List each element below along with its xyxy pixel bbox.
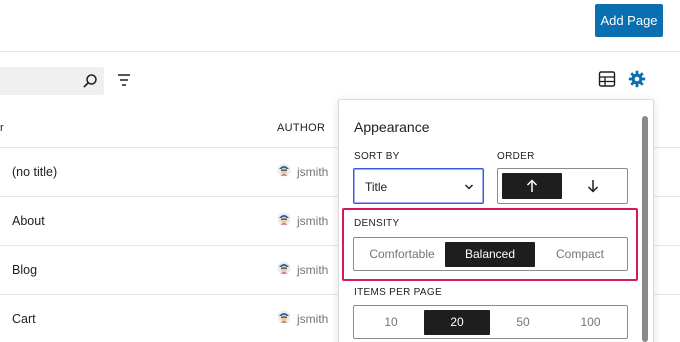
filter-icon[interactable] bbox=[115, 71, 133, 89]
appearance-popover: Appearance SORT BY Title ORDER DENSITY C… bbox=[338, 99, 654, 342]
density-compact[interactable]: Compact bbox=[535, 242, 625, 267]
items-per-page-10[interactable]: 10 bbox=[358, 310, 424, 335]
order-toggle-group bbox=[497, 168, 628, 204]
add-page-button[interactable]: Add Page bbox=[595, 4, 663, 37]
row-author[interactable]: jsmith bbox=[297, 263, 328, 277]
sort-by-label: SORT BY bbox=[354, 151, 400, 162]
items-per-page-label: ITEMS PER PAGE bbox=[354, 287, 442, 298]
items-per-page-50[interactable]: 50 bbox=[490, 310, 556, 335]
search-input[interactable] bbox=[0, 67, 104, 95]
row-author[interactable]: jsmith bbox=[297, 312, 328, 326]
page-header: Add Page bbox=[0, 0, 680, 52]
arrow-up-icon bbox=[526, 179, 538, 192]
scrollbar-thumb[interactable] bbox=[642, 116, 648, 342]
row-author[interactable]: jsmith bbox=[297, 165, 328, 179]
sort-by-select[interactable]: Title bbox=[353, 168, 484, 204]
search-icon[interactable] bbox=[82, 73, 98, 89]
density-comfortable[interactable]: Comfortable bbox=[358, 242, 446, 267]
sort-by-value: Title bbox=[365, 180, 388, 194]
density-toggle-group: Comfortable Balanced Compact bbox=[353, 237, 628, 271]
table-view-icon[interactable] bbox=[598, 70, 616, 88]
arrow-down-icon bbox=[587, 180, 599, 193]
author-column-header[interactable]: AUTHOR bbox=[277, 122, 325, 134]
items-per-page-toggle-group: 10 20 50 100 bbox=[353, 305, 628, 339]
avatar bbox=[277, 261, 291, 275]
gear-icon[interactable] bbox=[628, 70, 646, 88]
row-author[interactable]: jsmith bbox=[297, 214, 328, 228]
title-column-header[interactable]: r bbox=[0, 122, 4, 134]
avatar bbox=[277, 310, 291, 324]
density-balanced[interactable]: Balanced bbox=[445, 242, 535, 267]
order-descending-button[interactable] bbox=[563, 173, 623, 199]
density-label: DENSITY bbox=[354, 218, 400, 229]
row-title[interactable]: Blog bbox=[12, 263, 37, 277]
items-per-page-100[interactable]: 100 bbox=[556, 310, 625, 335]
items-per-page-20[interactable]: 20 bbox=[424, 310, 490, 335]
row-title[interactable]: Cart bbox=[12, 312, 36, 326]
order-label: ORDER bbox=[497, 151, 535, 162]
row-title[interactable]: About bbox=[12, 214, 45, 228]
chevron-down-icon bbox=[464, 184, 474, 190]
popover-title: Appearance bbox=[354, 119, 430, 135]
avatar bbox=[277, 212, 291, 226]
avatar bbox=[277, 163, 291, 177]
order-ascending-button[interactable] bbox=[502, 173, 562, 199]
row-title[interactable]: (no title) bbox=[12, 165, 57, 179]
